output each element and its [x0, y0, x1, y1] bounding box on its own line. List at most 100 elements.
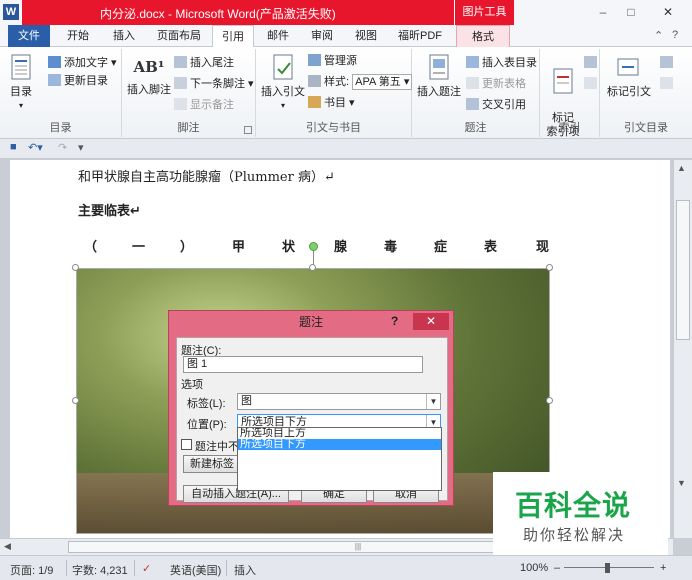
tab-insert[interactable]: 插入 — [104, 25, 144, 47]
tab-mailings[interactable]: 邮件 — [260, 25, 296, 47]
insert-toa-button[interactable] — [660, 55, 676, 71]
update-toa-button[interactable] — [660, 76, 676, 92]
exclude-label-checkbox[interactable] — [181, 439, 192, 450]
insert-table-of-figures-button[interactable]: 插入表目录 — [466, 55, 537, 71]
insert-endnote-button[interactable]: 插入尾注 — [174, 55, 234, 71]
position-option-below[interactable]: 所选项目下方 — [238, 439, 441, 450]
quick-access-toolbar: ■ ↶▾ ↷ ▾ — [0, 139, 692, 159]
update-index-button[interactable] — [584, 76, 600, 92]
redo-icon[interactable]: ↷ — [58, 141, 67, 154]
dialog-help-button[interactable]: ? — [391, 314, 398, 328]
maximize-button[interactable]: □ — [618, 2, 644, 22]
minimize-button[interactable]: – — [590, 2, 616, 22]
group-index-name: 索引 — [558, 122, 581, 134]
zoom-slider-thumb[interactable] — [605, 563, 610, 573]
label-select[interactable]: 图 ▼ — [237, 393, 441, 410]
scroll-left-icon[interactable]: ◀ — [4, 541, 11, 552]
update-toc-button[interactable]: 更新目录 — [48, 73, 108, 89]
insert-mode[interactable]: 插入 — [234, 562, 256, 578]
ribbon-minimize-icon[interactable]: ⌃ — [654, 29, 663, 42]
insert-citation-button[interactable]: 插入引文 ▾ — [260, 53, 306, 111]
document-heading: 主要临表↵ — [78, 204, 141, 219]
mark-citation-icon — [617, 58, 639, 76]
show-notes-label: 显示备注 — [190, 99, 234, 111]
tab-format[interactable]: 格式 — [456, 25, 510, 47]
close-button[interactable]: ✕ — [646, 2, 690, 22]
scroll-down-icon[interactable]: ▼ — [677, 478, 686, 488]
endnote-icon — [174, 56, 187, 68]
new-label-button[interactable]: 新建标签 — [183, 455, 241, 473]
toc-button[interactable]: 目录 ▾ — [6, 53, 36, 111]
save-icon[interactable]: ■ — [10, 141, 17, 153]
spread-char: 状 — [282, 240, 296, 255]
tab-file[interactable]: 文件 — [8, 25, 50, 47]
add-text-icon — [48, 56, 61, 68]
next-footnote-icon — [174, 77, 187, 89]
bibliography-button[interactable]: 书目 ▾ — [308, 95, 355, 111]
page-count[interactable]: 页面: 1/9 — [10, 562, 53, 578]
position-option-above[interactable]: 所选项目上方 — [238, 428, 441, 439]
tab-view[interactable]: 视图 — [348, 25, 384, 47]
resize-handle-ne[interactable] — [546, 264, 553, 271]
dialog-close-button[interactable]: ✕ — [413, 313, 449, 330]
mark-entry-icon — [553, 68, 573, 94]
resize-handle-n[interactable] — [309, 264, 316, 271]
customize-qat-icon[interactable]: ▾ — [78, 141, 84, 154]
insert-citation-label: 插入引文 — [261, 86, 305, 98]
spread-char: （ — [84, 240, 98, 255]
tab-review[interactable]: 审阅 — [304, 25, 340, 47]
next-footnote-button[interactable]: 下一条脚注 ▾ — [174, 76, 254, 92]
scroll-up-icon[interactable]: ▲ — [677, 163, 686, 173]
language[interactable]: 英语(美国) — [170, 562, 221, 578]
group-toc-name: 目录 — [49, 122, 72, 134]
rotation-handle[interactable] — [309, 242, 318, 251]
next-footnote-label: 下一条脚注 — [190, 78, 245, 90]
vertical-scrollbar[interactable]: ▲ ▼ — [673, 160, 692, 538]
style-dropdown[interactable]: APA 第五 ▾ — [352, 74, 413, 90]
label-dropdown-icon[interactable]: ▼ — [426, 394, 440, 409]
status-divider — [226, 560, 227, 576]
spread-char: 甲 — [232, 240, 246, 255]
add-text-label: 添加文字 — [64, 57, 108, 69]
footnote-icon: AB¹ — [133, 58, 165, 76]
document-line-1: 和甲状腺自主高功能腺瘤（Plummer 病）↵ — [78, 170, 335, 185]
insert-caption-icon — [429, 54, 449, 80]
resize-handle-w[interactable] — [72, 397, 79, 404]
tab-foxit-pdf[interactable]: 福昕PDF — [392, 25, 448, 47]
spread-char: 一 — [132, 240, 146, 255]
mark-citation-button[interactable]: 标记引文 — [604, 53, 654, 99]
insert-footnote-button[interactable]: AB¹ 插入脚注 — [126, 53, 172, 97]
add-text-button[interactable]: 添加文字 ▾ — [48, 55, 117, 71]
group-footnotes-name: 脚注 — [177, 122, 200, 134]
zoom-in-button[interactable]: + — [660, 562, 666, 574]
resize-handle-e[interactable] — [546, 397, 553, 404]
zoom-out-button[interactable]: – — [554, 562, 560, 574]
zoom-level[interactable]: 100% — [520, 562, 548, 574]
help-icon[interactable]: ? — [672, 29, 678, 41]
toc-label: 目录 — [10, 86, 32, 98]
options-label: 选项 — [181, 379, 203, 391]
cross-reference-button[interactable]: 交叉引用 — [466, 97, 526, 113]
caption-input[interactable]: 图 1 — [183, 356, 423, 373]
table-of-figures-icon — [466, 56, 479, 68]
word-count[interactable]: 字数: 4,231 — [72, 562, 128, 578]
tab-home[interactable]: 开始 — [58, 25, 98, 47]
toc-icon — [11, 54, 31, 80]
manage-sources-button[interactable]: 管理源 — [308, 53, 357, 69]
footnote-dialog-launcher-icon[interactable] — [244, 126, 252, 134]
insert-endnote-label: 插入尾注 — [190, 57, 234, 69]
update-table-button[interactable]: 更新表格 — [466, 76, 526, 92]
insert-index-button[interactable] — [584, 55, 600, 71]
vertical-scroll-thumb[interactable] — [676, 200, 690, 340]
resize-handle-nw[interactable] — [72, 264, 79, 271]
insert-caption-button[interactable]: 插入题注 — [414, 53, 464, 99]
word-logo-icon[interactable]: W — [3, 4, 19, 20]
cross-reference-icon — [466, 98, 479, 110]
tab-page-layout[interactable]: 页面布局 — [150, 25, 208, 47]
undo-icon[interactable]: ↶▾ — [28, 141, 43, 154]
show-notes-button[interactable]: 显示备注 — [174, 97, 234, 113]
proofing-icon[interactable]: ✓ — [142, 562, 151, 575]
update-toc-label: 更新目录 — [64, 75, 108, 87]
tab-references[interactable]: 引用 — [212, 25, 254, 48]
style-selector[interactable]: 样式: APA 第五 ▾ — [308, 74, 413, 90]
